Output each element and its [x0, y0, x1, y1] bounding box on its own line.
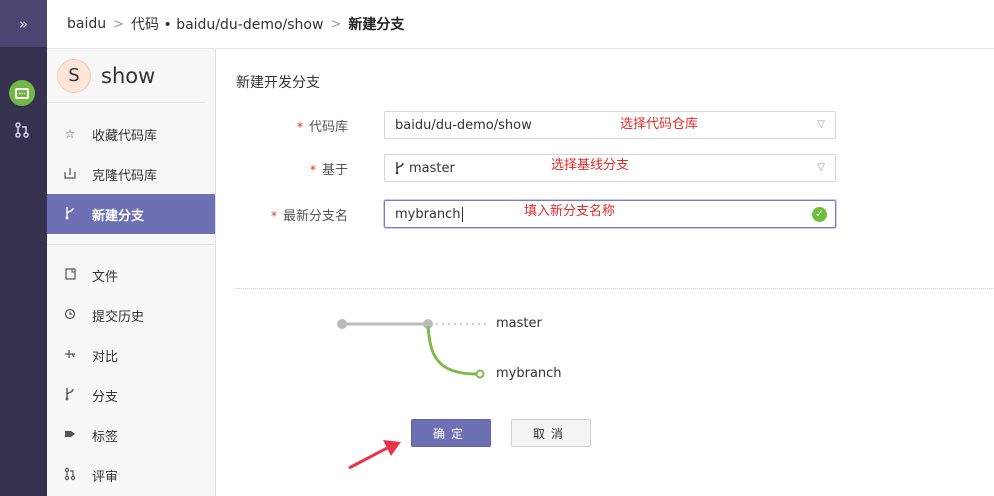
base-label: * 基于 — [309, 162, 348, 178]
sidebar-divider — [47, 244, 215, 245]
base-row: * 基于 master ▽ — [216, 154, 856, 182]
sidebar-item-files[interactable]: 文件 — [47, 255, 215, 295]
sidebar-item-label: 标签 — [92, 429, 119, 445]
sidebar-item-label: 收藏代码库 — [92, 128, 158, 144]
base-branch-value: master — [409, 160, 455, 176]
file-icon — [62, 267, 78, 283]
sidebar-item-branches[interactable]: 分支 — [47, 375, 215, 415]
branch-icon — [62, 387, 78, 404]
branch-name-value: mybranch — [395, 206, 461, 222]
section-divider — [236, 288, 994, 289]
confirm-button[interactable]: 确定 — [411, 419, 491, 447]
graph-label-new: mybranch — [496, 366, 562, 381]
chevron-down-icon: ▽ — [817, 162, 825, 173]
breadcrumb-org[interactable]: baidu — [67, 16, 106, 32]
history-icon — [62, 308, 78, 323]
repo-sidebar: S show ☆ 收藏代码库 克隆代码库 新建分支 文件 提交历史 对比 分支 … — [47, 49, 216, 496]
sidebar-item-compare[interactable]: 对比 — [47, 335, 215, 375]
annotation-base: 选择基线分支 — [551, 158, 630, 173]
cancel-button[interactable]: 取消 — [511, 419, 591, 447]
tag-icon — [62, 428, 78, 442]
pull-request-icon[interactable] — [9, 120, 35, 140]
double-chevron-right-icon: » — [18, 14, 29, 33]
sidebar-item-label: 评审 — [92, 469, 119, 485]
name-label: * 最新分支名 — [270, 208, 348, 224]
repo-row: * 代码库 baidu/du-demo/show ▽ — [216, 111, 856, 139]
repo-select-value: baidu/du-demo/show — [395, 117, 532, 133]
repo-label: * 代码库 — [296, 119, 348, 135]
commit-node — [337, 319, 347, 329]
branch-icon — [62, 206, 78, 223]
expand-rail-button[interactable]: » — [0, 0, 47, 47]
required-mark: * — [296, 119, 303, 134]
star-icon: ☆ — [64, 127, 76, 141]
pull-request-icon — [62, 467, 78, 484]
repo-header[interactable]: S show — [47, 49, 205, 103]
required-mark: * — [309, 162, 316, 177]
breadcrumb-repo[interactable]: 代码 • baidu/du-demo/show — [131, 14, 323, 34]
annotation-name: 填入新分支名称 — [524, 204, 616, 219]
clone-icon — [62, 167, 78, 182]
page-title: 新建开发分支 — [236, 75, 320, 91]
app-rail: » — [0, 0, 47, 496]
sidebar-item-history[interactable]: 提交历史 — [47, 295, 215, 335]
breadcrumb-separator: > — [330, 16, 342, 32]
annotation-arrow-icon — [348, 440, 401, 470]
new-branch-line — [426, 325, 477, 376]
sidebar-item-label: 克隆代码库 — [92, 168, 158, 184]
sidebar-item-label: 新建分支 — [92, 208, 145, 224]
graph-label-base: master — [496, 316, 542, 331]
repo-name: show — [101, 63, 156, 88]
required-mark: * — [270, 208, 277, 223]
sidebar-item-clone-repo[interactable]: 克隆代码库 — [47, 154, 215, 194]
sidebar-item-reviews[interactable]: 评审 — [47, 455, 215, 495]
repo-avatar: S — [57, 58, 91, 93]
sidebar-item-label: 提交历史 — [92, 309, 145, 325]
branch-graph — [337, 319, 486, 379]
new-branch-node — [475, 369, 485, 379]
breadcrumb-current: 新建分支 — [348, 17, 405, 33]
branch-icon — [395, 161, 405, 175]
sidebar-item-label: 文件 — [92, 269, 119, 285]
breadcrumb: baidu > 代码 • baidu/du-demo/show > 新建分支 — [47, 0, 994, 49]
main-content: 新建开发分支 * 代码库 baidu/du-demo/show ▽ 选择代码仓库 … — [216, 49, 994, 496]
sidebar-item-tags[interactable]: 标签 — [47, 415, 215, 455]
compare-icon — [62, 348, 78, 363]
sidebar-item-label: 对比 — [92, 349, 119, 365]
check-circle-icon: ✓ — [812, 207, 827, 222]
text-caret — [461, 206, 463, 222]
sidebar-item-label: 分支 — [92, 389, 119, 405]
sidebar-item-star-repo[interactable]: ☆ 收藏代码库 — [47, 114, 215, 154]
breadcrumb-separator: > — [113, 16, 125, 32]
sidebar-item-new-branch[interactable]: 新建分支 — [47, 194, 215, 234]
chevron-down-icon: ▽ — [817, 119, 825, 130]
repo-select[interactable]: baidu/du-demo/show ▽ — [384, 111, 836, 139]
annotation-repo: 选择代码仓库 — [620, 117, 699, 132]
code-app-icon[interactable] — [9, 80, 35, 106]
